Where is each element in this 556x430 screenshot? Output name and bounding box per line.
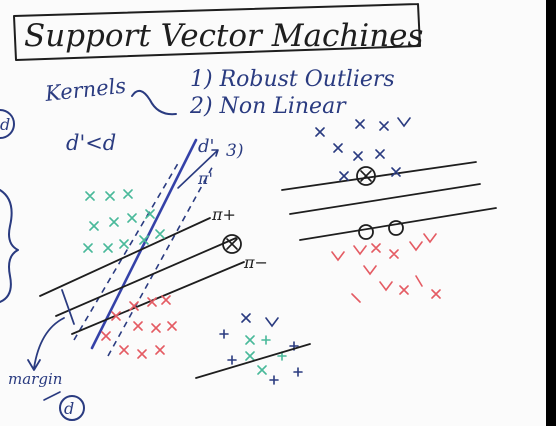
pi-plus-label: π+ (211, 205, 236, 224)
margin-arrow (27, 317, 65, 371)
positive-points-left (83, 189, 165, 253)
kernels-arrow (131, 89, 177, 116)
positive-points-right (315, 117, 411, 186)
whiteboard: Support Vector Machines Kernels 1) Robus… (0, 0, 556, 426)
right-plane-middle (289, 183, 481, 215)
negative-points-right (331, 233, 441, 303)
page-title: Support Vector Machines (24, 18, 423, 54)
right-plane-top (281, 161, 477, 191)
bottom-separator (195, 343, 311, 379)
dimension-condition: d'<d (66, 131, 116, 155)
outlier-cross-icon (360, 170, 372, 182)
kernels-label: Kernels (43, 74, 127, 106)
dprime-label: d' (198, 136, 214, 157)
title-box: Support Vector Machines (13, 3, 423, 61)
pi-prime-label: π' (197, 169, 213, 188)
circle-point-1-icon (358, 224, 374, 240)
point-robust: 1) Robust Outliers (190, 67, 395, 92)
d-arrow (43, 391, 61, 401)
point-nonlinear: 2) Non Linear (189, 94, 347, 119)
d-circle-label: d (64, 399, 74, 418)
point-three: 3) (226, 141, 243, 161)
hyperplane-pi-prime (90, 138, 198, 350)
left-brace (0, 189, 19, 303)
screen-edge (546, 0, 556, 426)
mixed-points-bottom (195, 313, 311, 385)
pi-minus-label: π− (243, 253, 268, 272)
circle-point-2-icon (388, 220, 404, 236)
left-circle-label: d (0, 115, 10, 134)
margin-label: margin (8, 370, 62, 388)
